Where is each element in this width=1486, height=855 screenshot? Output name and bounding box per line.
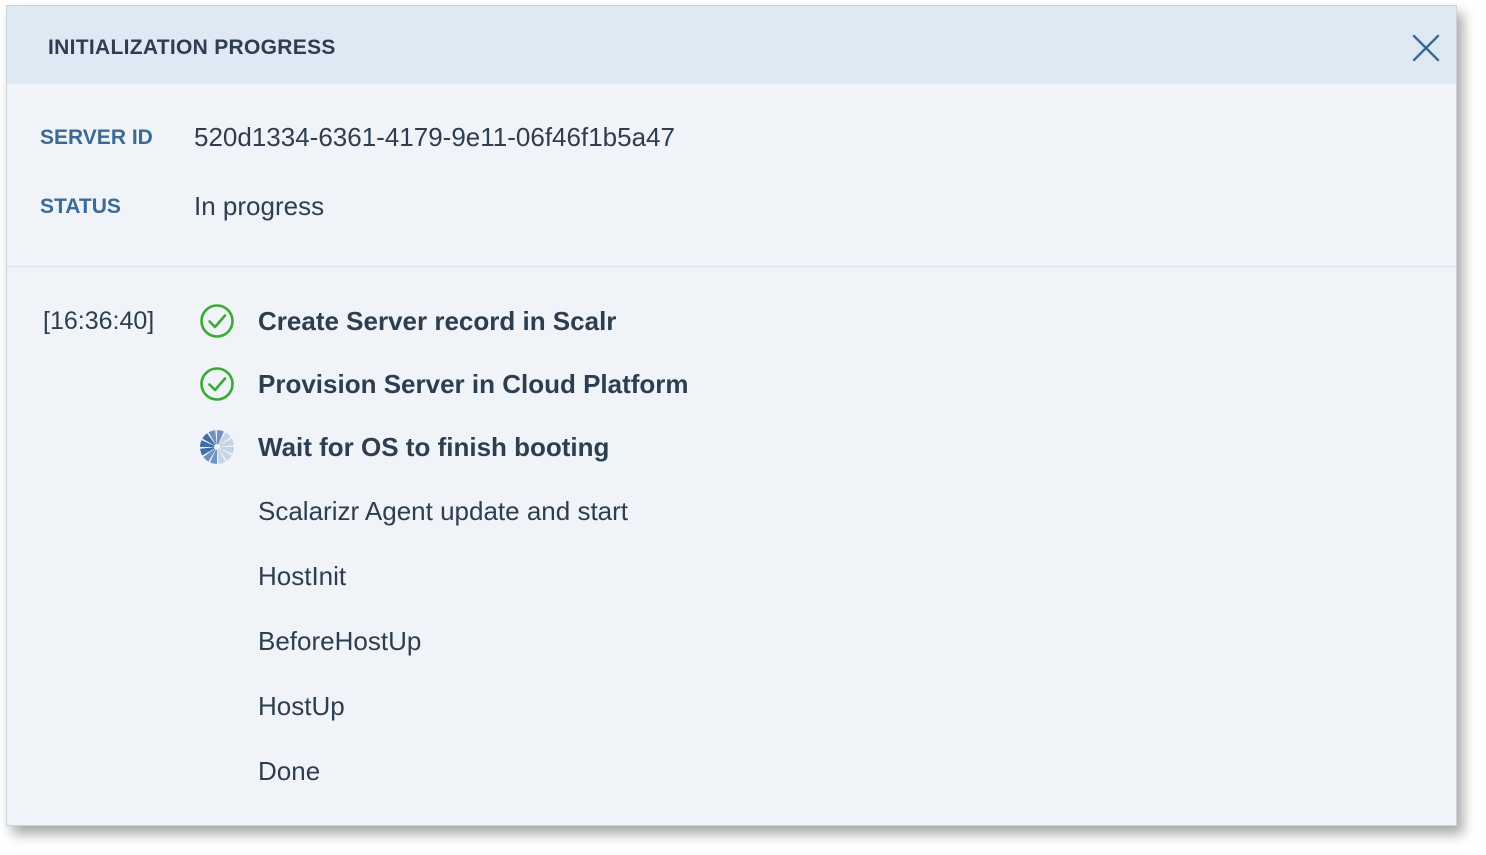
step-label: Done bbox=[258, 755, 321, 786]
status-label: STATUS bbox=[40, 194, 121, 218]
step-label: HostInit bbox=[258, 560, 347, 591]
server-id-label: SERVER ID bbox=[40, 125, 153, 149]
initialization-progress-dialog: INITIALIZATION PROGRESS SERVER ID 520d13… bbox=[6, 5, 1457, 826]
dialog-header: INITIALIZATION PROGRESS bbox=[7, 6, 1456, 84]
status-row: STATUS In progress bbox=[40, 191, 324, 222]
step-timestamp: [16:36:40] bbox=[43, 306, 155, 335]
server-info-section: SERVER ID 520d1334-6361-4179-9e11-06f46f… bbox=[7, 84, 1456, 267]
step-label: HostUp bbox=[258, 690, 345, 721]
step-label: Provision Server in Cloud Platform bbox=[258, 368, 689, 399]
close-button[interactable] bbox=[1410, 32, 1442, 64]
dialog-title: INITIALIZATION PROGRESS bbox=[48, 36, 336, 59]
check-circle-icon bbox=[200, 304, 234, 338]
check-circle-icon bbox=[200, 367, 234, 401]
server-id-row: SERVER ID 520d1334-6361-4179-9e11-06f46f… bbox=[40, 122, 675, 153]
spinner-icon bbox=[200, 430, 234, 464]
step-label: BeforeHostUp bbox=[258, 625, 422, 656]
status-value: In progress bbox=[194, 191, 325, 221]
close-icon bbox=[1412, 34, 1440, 62]
step-label: Scalarizr Agent update and start bbox=[258, 495, 629, 526]
step-label: Wait for OS to finish booting bbox=[258, 431, 610, 462]
server-id-value: 520d1334-6361-4179-9e11-06f46f1b5a47 bbox=[194, 122, 675, 152]
step-label: Create Server record in Scalr bbox=[258, 305, 617, 336]
